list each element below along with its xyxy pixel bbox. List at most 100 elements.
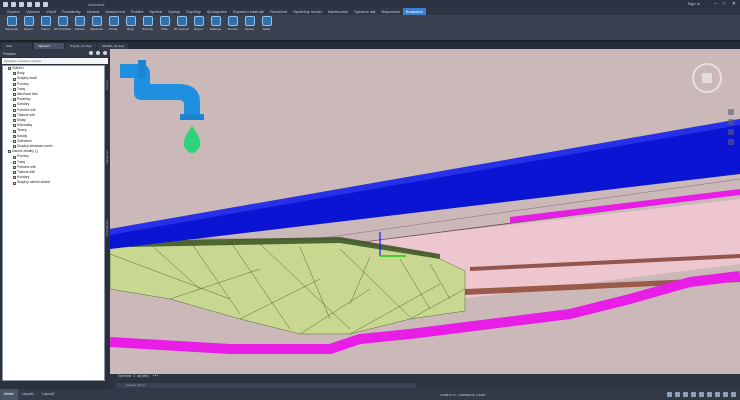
ribbon-tab[interactable]: Výstup xyxy=(165,8,183,15)
ribbon-button[interactable]: Povrchy xyxy=(139,16,156,31)
workspace-icon[interactable] xyxy=(723,392,728,397)
ribbon-button[interactable]: Klíče xyxy=(156,16,173,31)
ribbon-button[interactable]: Body xyxy=(122,16,139,31)
ribbon-button[interactable]: Úpravy xyxy=(241,16,258,31)
tree-node-icon xyxy=(13,93,16,97)
ribbon-button[interactable]: Pohled xyxy=(71,16,88,31)
ribbon-button[interactable]: 3D Prohlížeč xyxy=(54,16,71,31)
app-window: Autodesk Sign In – □ ✕ Soubor Výchozí Vlož… xyxy=(0,0,740,400)
grid-icon[interactable] xyxy=(675,392,680,397)
layout-tab[interactable]: Layout1 xyxy=(18,389,38,400)
polar-icon[interactable] xyxy=(699,392,704,397)
undo-icon[interactable] xyxy=(35,1,40,7)
tree-node-icon xyxy=(13,139,16,143)
ribbon-tab[interactable]: Soubor xyxy=(4,8,23,15)
ribbon-tabs: Soubor Výchozí Vložit Poznámky Upravit Analyz… xyxy=(0,8,740,15)
ribbon-button-label: Import xyxy=(41,27,50,31)
new-icon[interactable] xyxy=(11,1,16,7)
tree-node-icon xyxy=(8,150,11,154)
ribbon-tab[interactable]: Pohled xyxy=(128,8,146,15)
zoom-icon[interactable] xyxy=(728,119,734,125)
close-icon[interactable]: ✕ xyxy=(732,1,736,7)
ribbon-tab[interactable]: Analyzovat xyxy=(102,8,128,15)
ortho-icon[interactable] xyxy=(691,392,696,397)
close-panel-icon[interactable] xyxy=(103,51,107,55)
toolspace-header: Prostor xyxy=(0,49,110,57)
document-tab[interactable]: Start xyxy=(2,42,32,49)
document-tab[interactable]: Projekt_01.dwg* xyxy=(66,42,96,49)
tree-node-icon xyxy=(13,124,16,128)
toolspace-search-input[interactable]: Vyhledat v prostoru výkresu xyxy=(2,58,108,64)
pan-icon[interactable] xyxy=(728,109,734,115)
layout-tab[interactable]: Model xyxy=(0,389,18,400)
ribbon-tab[interactable]: Upravit xyxy=(84,8,103,15)
viewcube[interactable] xyxy=(692,63,722,93)
ribbon-button[interactable]: Vlastnosti xyxy=(3,16,20,31)
toolspace-side-tab[interactable]: Vyhledávání xyxy=(105,220,109,236)
ribbon-tool-icon xyxy=(193,16,204,26)
annotation-scale-icon[interactable] xyxy=(715,392,720,397)
tree-node-icon xyxy=(13,72,16,76)
showmotion-icon[interactable] xyxy=(728,139,734,145)
ribbon-tool-icon xyxy=(142,16,153,26)
ribbon-button[interactable]: Profily xyxy=(105,16,122,31)
tree-node-icon xyxy=(13,155,16,159)
ribbon-button-label: Klíče xyxy=(161,27,168,31)
ribbon-button[interactable]: Export xyxy=(190,16,207,31)
ribbon-tab[interactable]: Rozšíření xyxy=(267,8,290,15)
quick-access-toolbar xyxy=(0,0,48,8)
ribbon-tab[interactable]: Poznámky xyxy=(59,8,84,15)
ribbon-tab[interactable]: Doplňky xyxy=(183,8,203,15)
save-icon[interactable] xyxy=(27,1,32,7)
ribbon-tab[interactable]: Výchozí xyxy=(23,8,43,15)
ribbon-tab[interactable]: Spolupráce xyxy=(204,8,230,15)
open-icon[interactable] xyxy=(19,1,24,7)
ribbon-button[interactable]: Import xyxy=(37,16,54,31)
orbit-icon[interactable] xyxy=(728,129,734,135)
tree-node-icon xyxy=(13,145,16,149)
minimize-icon[interactable]: – xyxy=(714,1,717,7)
ribbon-tab[interactable]: Nápověda xyxy=(379,8,403,15)
window-controls: – □ ✕ xyxy=(714,1,736,7)
toolspace-side-tab[interactable]: Prostor xyxy=(105,80,109,90)
customize-icon[interactable] xyxy=(731,392,736,397)
sign-in-link[interactable]: Sign In xyxy=(688,1,700,6)
tree-item-label: Skupiny návrhů sklonů xyxy=(17,180,51,185)
document-tab[interactable]: MODEL_01.dwg xyxy=(98,42,129,49)
tree-node-icon xyxy=(8,67,11,71)
ribbon-tab[interactable]: Správa xyxy=(146,8,165,15)
ribbon-button[interactable]: Snímky xyxy=(224,16,241,31)
ribbon-tab[interactable]: Navrhování xyxy=(325,8,351,15)
ribbon-button[interactable]: Export xyxy=(20,16,37,31)
tree-node-icon xyxy=(13,165,16,169)
ribbon-button[interactable]: 3D Výchozí xyxy=(173,16,190,31)
ribbon-button[interactable]: Vlastnosti xyxy=(88,16,105,31)
title-bar: Autodesk Sign In – □ ✕ xyxy=(0,0,740,8)
ribbon-tool-icon xyxy=(244,16,255,26)
ribbon-tool-icon xyxy=(74,16,85,26)
maximize-icon[interactable]: □ xyxy=(723,1,726,7)
command-input[interactable]: Zadejte příkaz xyxy=(116,383,416,388)
settings-icon[interactable] xyxy=(96,51,100,55)
ribbon-tab[interactable]: Společný model xyxy=(290,8,324,15)
ribbon-tab[interactable]: Správce dat xyxy=(351,8,378,15)
toolspace-side-tab[interactable]: Nastavení xyxy=(105,150,109,164)
tree-node-icon xyxy=(13,171,16,175)
redo-icon[interactable] xyxy=(43,1,48,7)
snap-icon[interactable] xyxy=(683,392,688,397)
app-menu-icon[interactable] xyxy=(3,1,8,7)
ribbon-tab[interactable]: Snapshot xyxy=(402,8,426,15)
tree-item[interactable]: Skupiny návrhů sklonů xyxy=(3,180,104,185)
ribbon-button[interactable]: Nástroje xyxy=(207,16,224,31)
model-space-icon[interactable] xyxy=(667,392,672,397)
ribbon-tool-icon xyxy=(6,16,17,26)
navigation-bar xyxy=(728,109,734,169)
osnap-icon[interactable] xyxy=(707,392,712,397)
refresh-icon[interactable] xyxy=(89,51,93,55)
document-tab[interactable]: Výkres1* xyxy=(34,42,64,49)
toolspace-title: Prostor xyxy=(3,50,16,56)
layout-tab[interactable]: Layout2 xyxy=(38,389,58,400)
ribbon-tab[interactable]: Expresní nástroje xyxy=(230,8,267,15)
ribbon-button[interactable]: Sdílet xyxy=(258,16,275,31)
ribbon-tab[interactable]: Vložit xyxy=(43,8,59,15)
